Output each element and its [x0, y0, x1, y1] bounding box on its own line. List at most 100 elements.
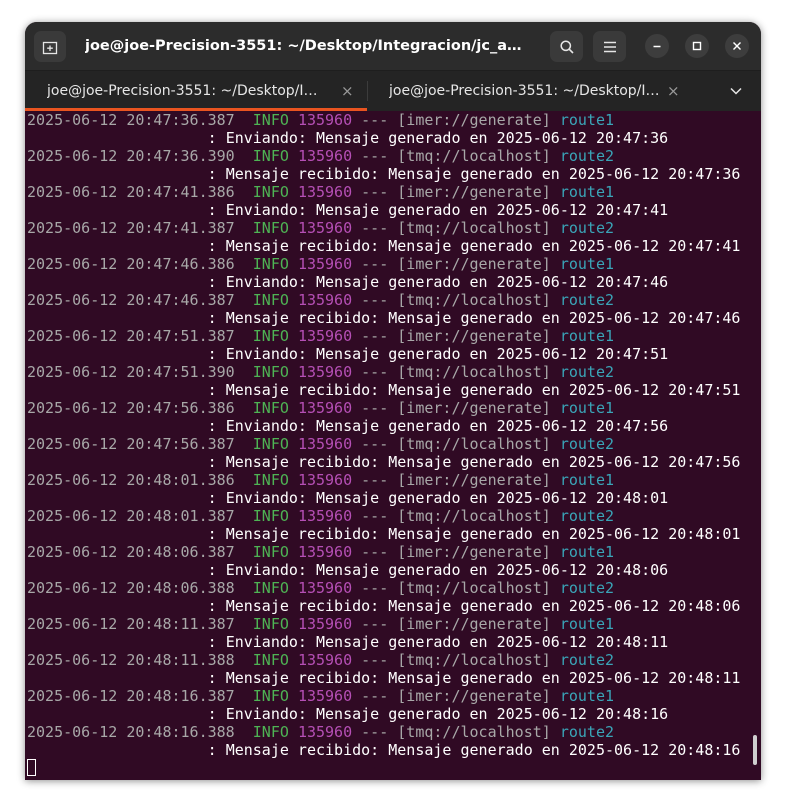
close-button[interactable]	[725, 34, 749, 58]
log-level: INFO	[252, 327, 289, 345]
log-message: Mensaje recibido: Mensaje generado en 20…	[225, 381, 741, 399]
log-level: INFO	[252, 651, 289, 669]
log-header-line: 2025-06-12 20:47:46.386 INFO 135960 --- …	[27, 255, 740, 273]
log-pid: 135960	[297, 579, 353, 597]
new-tab-button[interactable]	[34, 31, 66, 62]
log-thread: [tmq://localhost]	[397, 651, 551, 669]
log-pid: 135960	[297, 687, 353, 705]
log-message-line: : Mensaje recibido: Mensaje generado en …	[27, 741, 741, 759]
log-logger: route2	[559, 435, 615, 453]
log-separator: ---	[361, 471, 389, 489]
log-header-line: 2025-06-12 20:48:01.387 INFO 135960 --- …	[27, 507, 740, 525]
log-timestamp: 2025-06-12 20:47:46.387	[27, 291, 235, 309]
maximize-button[interactable]	[685, 34, 709, 58]
log-message: Mensaje recibido: Mensaje generado en 20…	[225, 741, 741, 759]
log-logger: route1	[559, 327, 615, 345]
log-level: INFO	[252, 435, 289, 453]
terminal-output[interactable]: 2025-06-12 20:47:36.387 INFO 135960 --- …	[25, 111, 761, 780]
close-icon	[733, 42, 741, 50]
log-level: INFO	[252, 363, 289, 381]
log-separator: ---	[361, 183, 389, 201]
log-header-line: 2025-06-12 20:47:41.386 INFO 135960 --- …	[27, 183, 740, 201]
log-timestamp: 2025-06-12 20:47:51.390	[27, 363, 235, 381]
log-logger: route2	[559, 651, 615, 669]
log-separator: ---	[361, 507, 389, 525]
log-message: Enviando: Mensaje generado en 2025-06-12…	[225, 273, 669, 291]
tab-2[interactable]: joe@joe-Precision-3551: ~/Desktop/Int...…	[367, 71, 697, 111]
log-separator: ---	[361, 687, 389, 705]
log-timestamp: 2025-06-12 20:48:16.387	[27, 687, 235, 705]
tabs-menu-button[interactable]	[721, 71, 751, 111]
tab-close-icon[interactable]: ×	[341, 71, 354, 111]
log-message-line: : Enviando: Mensaje generado en 2025-06-…	[27, 129, 669, 147]
log-level: INFO	[252, 219, 289, 237]
log-level: INFO	[252, 723, 289, 741]
scrollbar[interactable]	[753, 735, 757, 765]
log-header-line: 2025-06-12 20:48:06.387 INFO 135960 --- …	[27, 543, 740, 561]
tab-label: joe@joe-Precision-3551: ~/Desktop/Int...	[389, 83, 667, 99]
log-thread: [tmq://localhost]	[397, 147, 551, 165]
log-message: Enviando: Mensaje generado en 2025-06-12…	[225, 201, 669, 219]
log-thread: [imer://generate]	[397, 471, 551, 489]
log-logger: route1	[559, 687, 615, 705]
log-header-line: 2025-06-12 20:47:51.390 INFO 135960 --- …	[27, 363, 740, 381]
search-button[interactable]	[550, 31, 583, 62]
log-pid: 135960	[297, 363, 353, 381]
log-message-line: : Mensaje recibido: Mensaje generado en …	[27, 237, 741, 255]
log-message-line: : Mensaje recibido: Mensaje generado en …	[27, 597, 741, 615]
log-header-line: 2025-06-12 20:47:36.387 INFO 135960 --- …	[27, 111, 740, 129]
log-logger: route1	[559, 543, 615, 561]
log-header-line: 2025-06-12 20:48:01.386 INFO 135960 --- …	[27, 471, 740, 489]
log-message: Mensaje recibido: Mensaje generado en 20…	[225, 309, 741, 327]
log-logger: route2	[559, 723, 615, 741]
log-header-line: 2025-06-12 20:47:41.387 INFO 135960 --- …	[27, 219, 740, 237]
log-timestamp: 2025-06-12 20:48:01.387	[27, 507, 235, 525]
log-header-line: 2025-06-12 20:48:11.387 INFO 135960 --- …	[27, 615, 740, 633]
log-separator: ---	[361, 435, 389, 453]
log-logger: route2	[559, 507, 615, 525]
log-header-line: 2025-06-12 20:47:46.387 INFO 135960 --- …	[27, 291, 740, 309]
log-header-line: 2025-06-12 20:48:16.387 INFO 135960 --- …	[27, 687, 740, 705]
log-level: INFO	[252, 579, 289, 597]
log-pid: 135960	[297, 255, 353, 273]
title-bar: joe@joe-Precision-3551: ~/Desktop/Integr…	[25, 22, 761, 71]
log-thread: [imer://generate]	[397, 255, 551, 273]
log-pid: 135960	[297, 723, 353, 741]
log-pid: 135960	[297, 219, 353, 237]
log-separator: ---	[361, 291, 389, 309]
tab-1[interactable]: joe@joe-Precision-3551: ~/Desktop/Int...…	[25, 71, 367, 111]
log-message-line: : Enviando: Mensaje generado en 2025-06-…	[27, 705, 669, 723]
log-logger: route1	[559, 183, 615, 201]
log-message: Mensaje recibido: Mensaje generado en 20…	[225, 165, 741, 183]
log-logger: route1	[559, 615, 615, 633]
log-logger: route2	[559, 219, 615, 237]
minimize-button[interactable]	[645, 34, 669, 58]
log-message-line: : Mensaje recibido: Mensaje generado en …	[27, 669, 741, 687]
log-message: Mensaje recibido: Mensaje generado en 20…	[225, 669, 741, 687]
menu-button[interactable]	[593, 31, 626, 62]
search-icon	[559, 39, 574, 54]
log-thread: [tmq://localhost]	[397, 507, 551, 525]
terminal-window: joe@joe-Precision-3551: ~/Desktop/Integr…	[25, 22, 761, 780]
log-thread: [imer://generate]	[397, 543, 551, 561]
chevron-down-icon	[730, 87, 742, 95]
log-timestamp: 2025-06-12 20:47:36.390	[27, 147, 235, 165]
log-timestamp: 2025-06-12 20:48:11.387	[27, 615, 235, 633]
log-message: Enviando: Mensaje generado en 2025-06-12…	[225, 417, 669, 435]
log-message-line: : Enviando: Mensaje generado en 2025-06-…	[27, 201, 669, 219]
tab-close-icon[interactable]: ×	[667, 71, 680, 111]
log-message-line: : Enviando: Mensaje generado en 2025-06-…	[27, 417, 669, 435]
log-separator: ---	[361, 615, 389, 633]
log-separator: ---	[361, 147, 389, 165]
log-timestamp: 2025-06-12 20:48:06.387	[27, 543, 235, 561]
log-logger: route1	[559, 471, 615, 489]
log-thread: [tmq://localhost]	[397, 723, 551, 741]
log-timestamp: 2025-06-12 20:47:56.387	[27, 435, 235, 453]
log-logger: route2	[559, 147, 615, 165]
log-pid: 135960	[297, 111, 353, 129]
log-pid: 135960	[297, 399, 353, 417]
log-message: Mensaje recibido: Mensaje generado en 20…	[225, 525, 741, 543]
log-pid: 135960	[297, 435, 353, 453]
log-header-line: 2025-06-12 20:47:36.390 INFO 135960 --- …	[27, 147, 740, 165]
log-separator: ---	[361, 111, 389, 129]
